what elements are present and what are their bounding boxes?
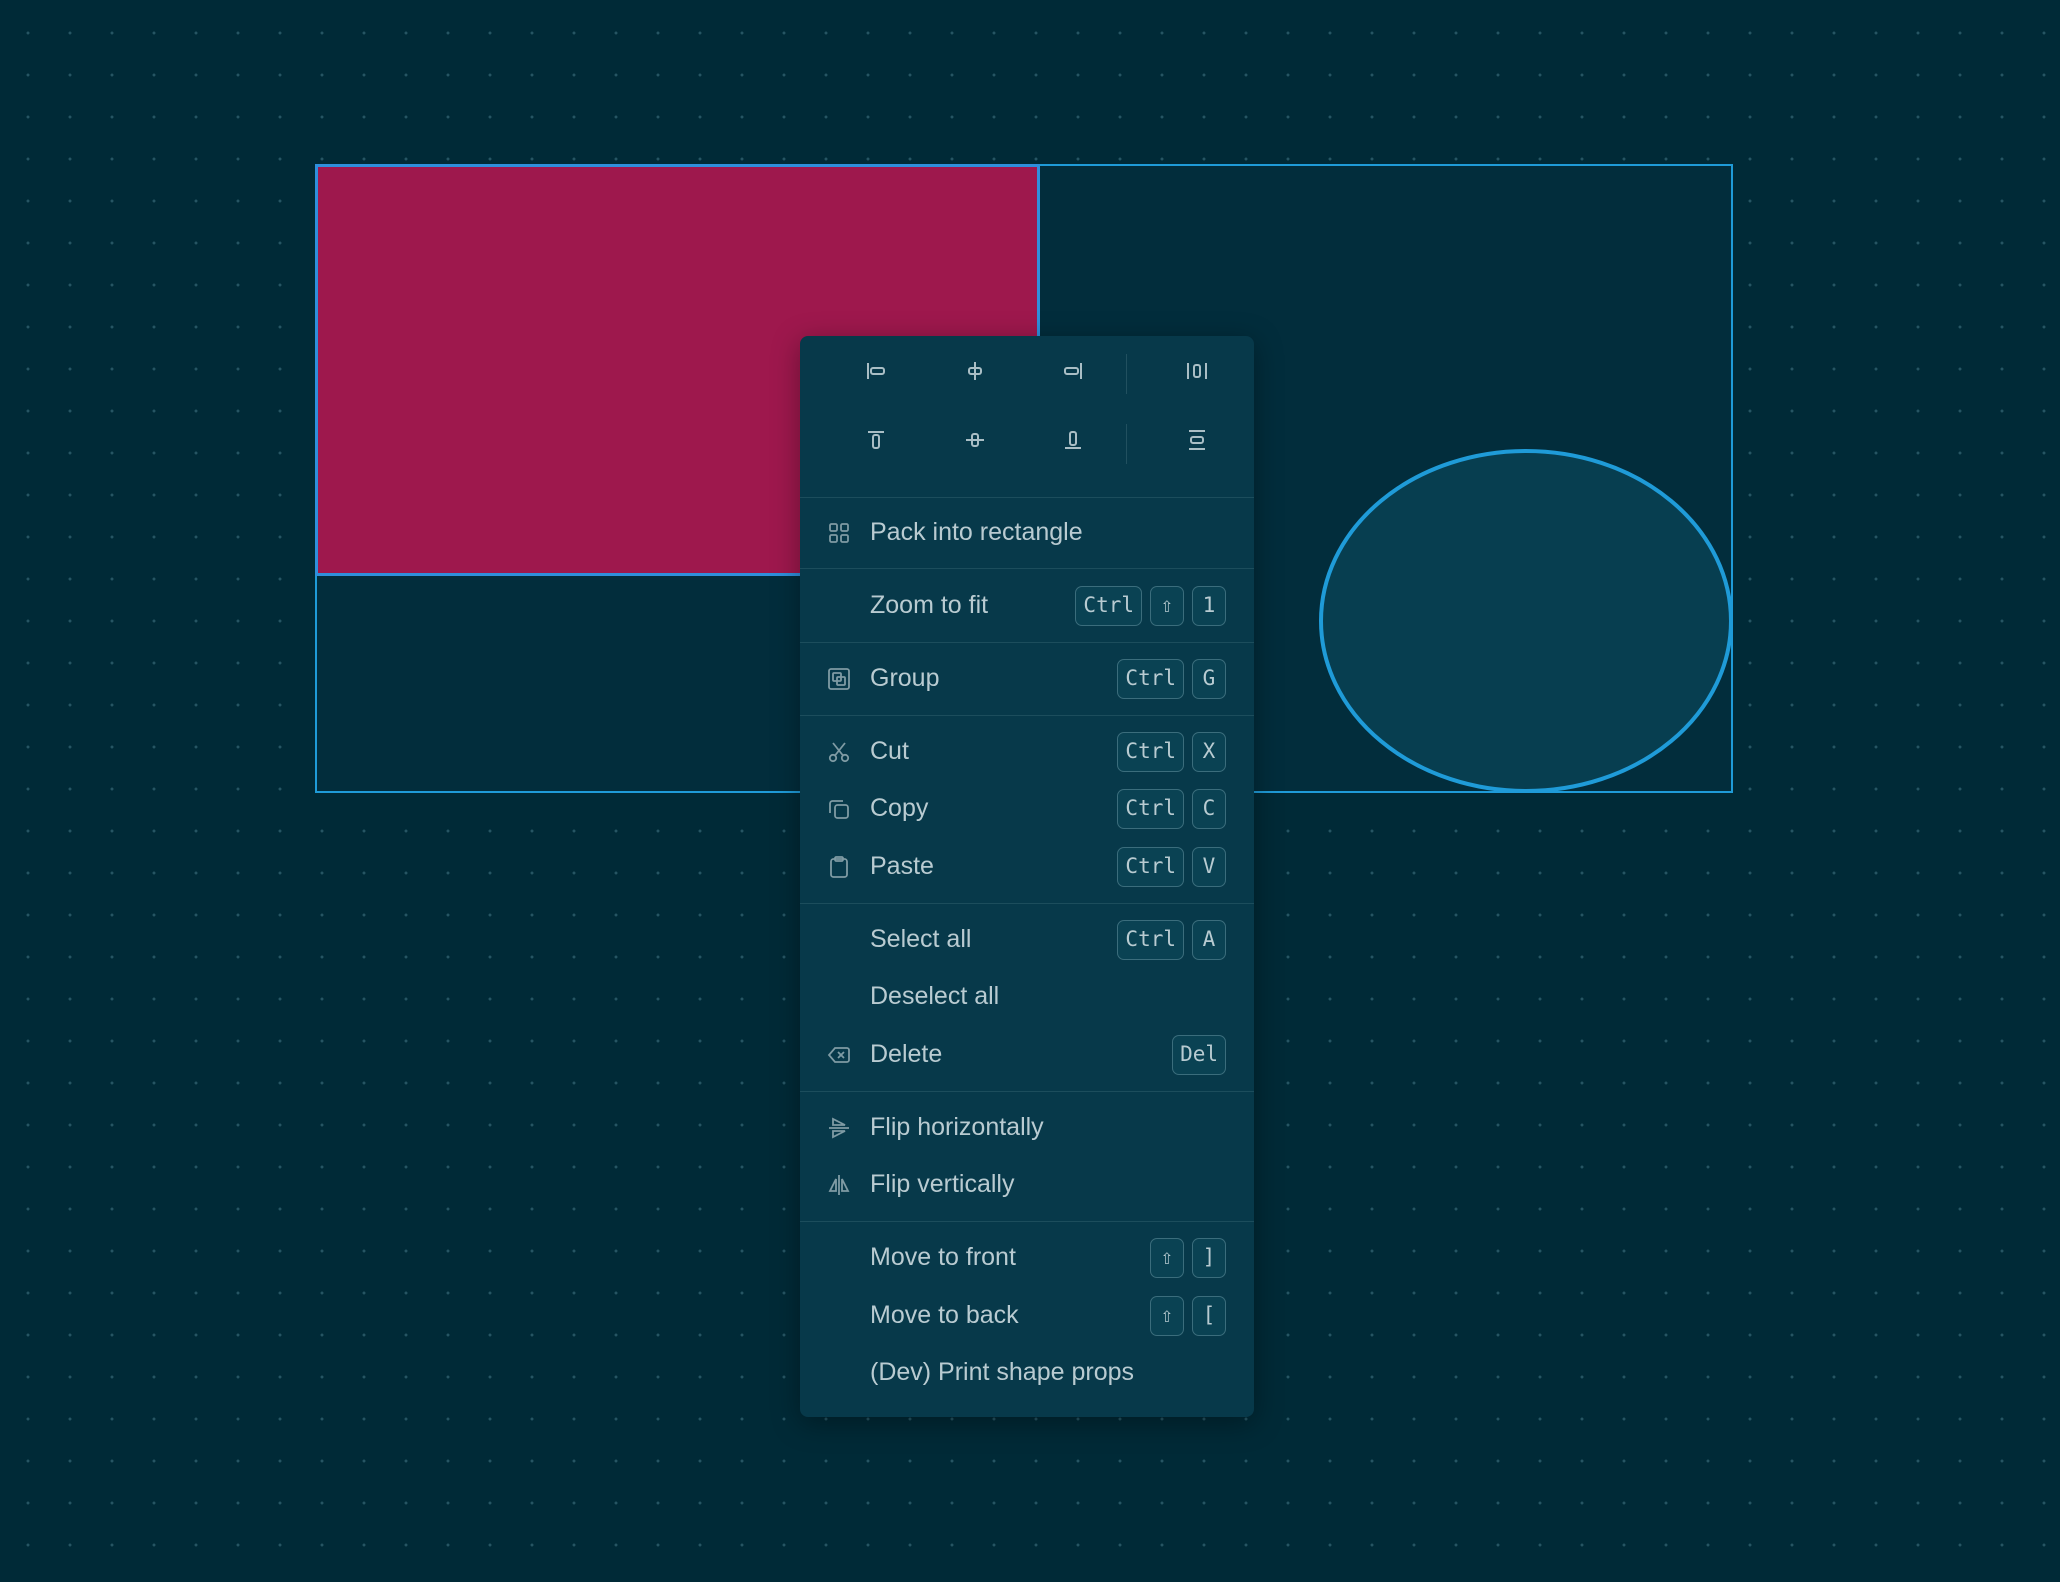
shortcut-keys: Ctrl G [1117, 659, 1226, 699]
distribute-vertical-button[interactable] [1177, 420, 1217, 460]
menu-item-label: Flip horizontally [870, 1113, 1044, 1141]
shortcut-key: Ctrl [1117, 920, 1184, 960]
align-divider [1126, 354, 1127, 394]
align-center-vertical-icon [966, 433, 984, 447]
menu-item-label: Group [870, 664, 940, 692]
group-item[interactable]: Group Ctrl G [800, 650, 1254, 707]
align-row-horizontal [800, 336, 1254, 406]
distribute-horizontal-button[interactable] [1177, 351, 1217, 391]
menu-item-label: Cut [870, 737, 909, 765]
shortcut-key: Ctrl [1117, 659, 1184, 699]
shortcut-key: ⇧ [1150, 1238, 1184, 1278]
flip-horizontal-icon [826, 1115, 852, 1141]
align-top-icon [868, 431, 884, 449]
align-center-horizontal-button[interactable] [955, 351, 995, 391]
shortcut-key: C [1192, 789, 1226, 829]
shortcut-key: Ctrl [1117, 847, 1184, 887]
menu-item-label: Copy [870, 794, 929, 822]
menu-item-label: Select all [870, 925, 972, 953]
align-center-vertical-button[interactable] [955, 420, 995, 460]
menu-item-label: Move to back [870, 1301, 1019, 1329]
align-left-icon [867, 363, 885, 379]
shortcut-key: V [1192, 847, 1226, 887]
shortcut-keys: Ctrl V [1117, 847, 1226, 887]
menu-item-label: Deselect all [870, 982, 1000, 1010]
shortcut-keys: Ctrl ⇧ 1 [1075, 586, 1226, 626]
menu-separator [800, 715, 1254, 716]
shortcut-keys: Del [1172, 1035, 1226, 1075]
group-icon [826, 666, 852, 692]
shortcut-key: ] [1192, 1238, 1226, 1278]
backspace-icon [826, 1042, 852, 1068]
shortcut-key: [ [1192, 1296, 1226, 1336]
shortcut-key: G [1192, 659, 1226, 699]
align-left-button[interactable] [856, 351, 896, 391]
copy-icon [826, 796, 852, 822]
align-bottom-icon [1065, 431, 1081, 449]
shortcut-key: 1 [1192, 586, 1226, 626]
menu-separator [800, 903, 1254, 904]
select-all-item[interactable]: Select all Ctrl A [800, 911, 1254, 968]
menu-item-label: Delete [870, 1040, 943, 1068]
pack-grid-icon [826, 520, 852, 546]
shortcut-keys: Ctrl C [1117, 789, 1226, 829]
clipboard-icon [826, 854, 852, 880]
menu-separator [800, 568, 1254, 569]
align-row-vertical [800, 405, 1254, 475]
dev-print-shape-props-item[interactable]: (Dev) Print shape props [800, 1344, 1254, 1401]
menu-item-label: Move to front [870, 1243, 1016, 1271]
align-right-button[interactable] [1053, 351, 1093, 391]
menu-item-label: Zoom to fit [870, 591, 989, 619]
menu-separator [800, 642, 1254, 643]
align-divider [1126, 424, 1127, 464]
shortcut-key: X [1192, 732, 1226, 772]
paste-item[interactable]: Paste Ctrl V [800, 838, 1254, 895]
shortcut-key: A [1192, 920, 1226, 960]
shortcut-keys: ⇧ [ [1150, 1296, 1226, 1336]
menu-item-label: Flip vertically [870, 1170, 1015, 1198]
shortcut-key: Ctrl [1117, 732, 1184, 772]
context-menu: Pack into rectangle Zoom to fit Ctrl ⇧ 1… [800, 336, 1254, 1417]
ellipse-shape[interactable] [1315, 446, 1735, 796]
zoom-to-fit-item[interactable]: Zoom to fit Ctrl ⇧ 1 [800, 577, 1254, 634]
menu-item-label: Pack into rectangle [870, 518, 1083, 546]
align-right-icon [1064, 363, 1082, 379]
cut-item[interactable]: Cut Ctrl X [800, 723, 1254, 780]
move-to-front-item[interactable]: Move to front ⇧ ] [800, 1229, 1254, 1286]
menu-separator [800, 1091, 1254, 1092]
shortcut-keys: Ctrl A [1117, 920, 1226, 960]
flip-vertically-item[interactable]: Flip vertically [800, 1156, 1254, 1213]
shortcut-keys: Ctrl X [1117, 732, 1226, 772]
menu-separator [800, 1221, 1254, 1222]
distribute-horizontal-icon [1187, 363, 1207, 379]
shortcut-key: ⇧ [1150, 586, 1184, 626]
shortcut-key: Ctrl [1075, 586, 1142, 626]
flip-vertical-icon [826, 1172, 852, 1198]
distribute-vertical-icon [1189, 430, 1205, 450]
shortcut-key: Ctrl [1117, 789, 1184, 829]
menu-item-label: Paste [870, 852, 934, 880]
menu-item-label: (Dev) Print shape props [870, 1358, 1135, 1386]
align-center-horizontal-icon [968, 362, 982, 380]
shortcut-key: ⇧ [1150, 1296, 1184, 1336]
align-top-button[interactable] [856, 420, 896, 460]
scissors-icon [826, 739, 852, 765]
deselect-all-item[interactable]: Deselect all [800, 968, 1254, 1025]
menu-separator [800, 497, 1254, 498]
shortcut-keys: ⇧ ] [1150, 1238, 1226, 1278]
delete-item[interactable]: Delete Del [800, 1026, 1254, 1083]
shortcut-key: Del [1172, 1035, 1226, 1075]
flip-horizontally-item[interactable]: Flip horizontally [800, 1099, 1254, 1156]
pack-into-rectangle-item[interactable]: Pack into rectangle [800, 504, 1254, 561]
align-bottom-button[interactable] [1053, 420, 1093, 460]
move-to-back-item[interactable]: Move to back ⇧ [ [800, 1287, 1254, 1344]
copy-item[interactable]: Copy Ctrl C [800, 780, 1254, 837]
